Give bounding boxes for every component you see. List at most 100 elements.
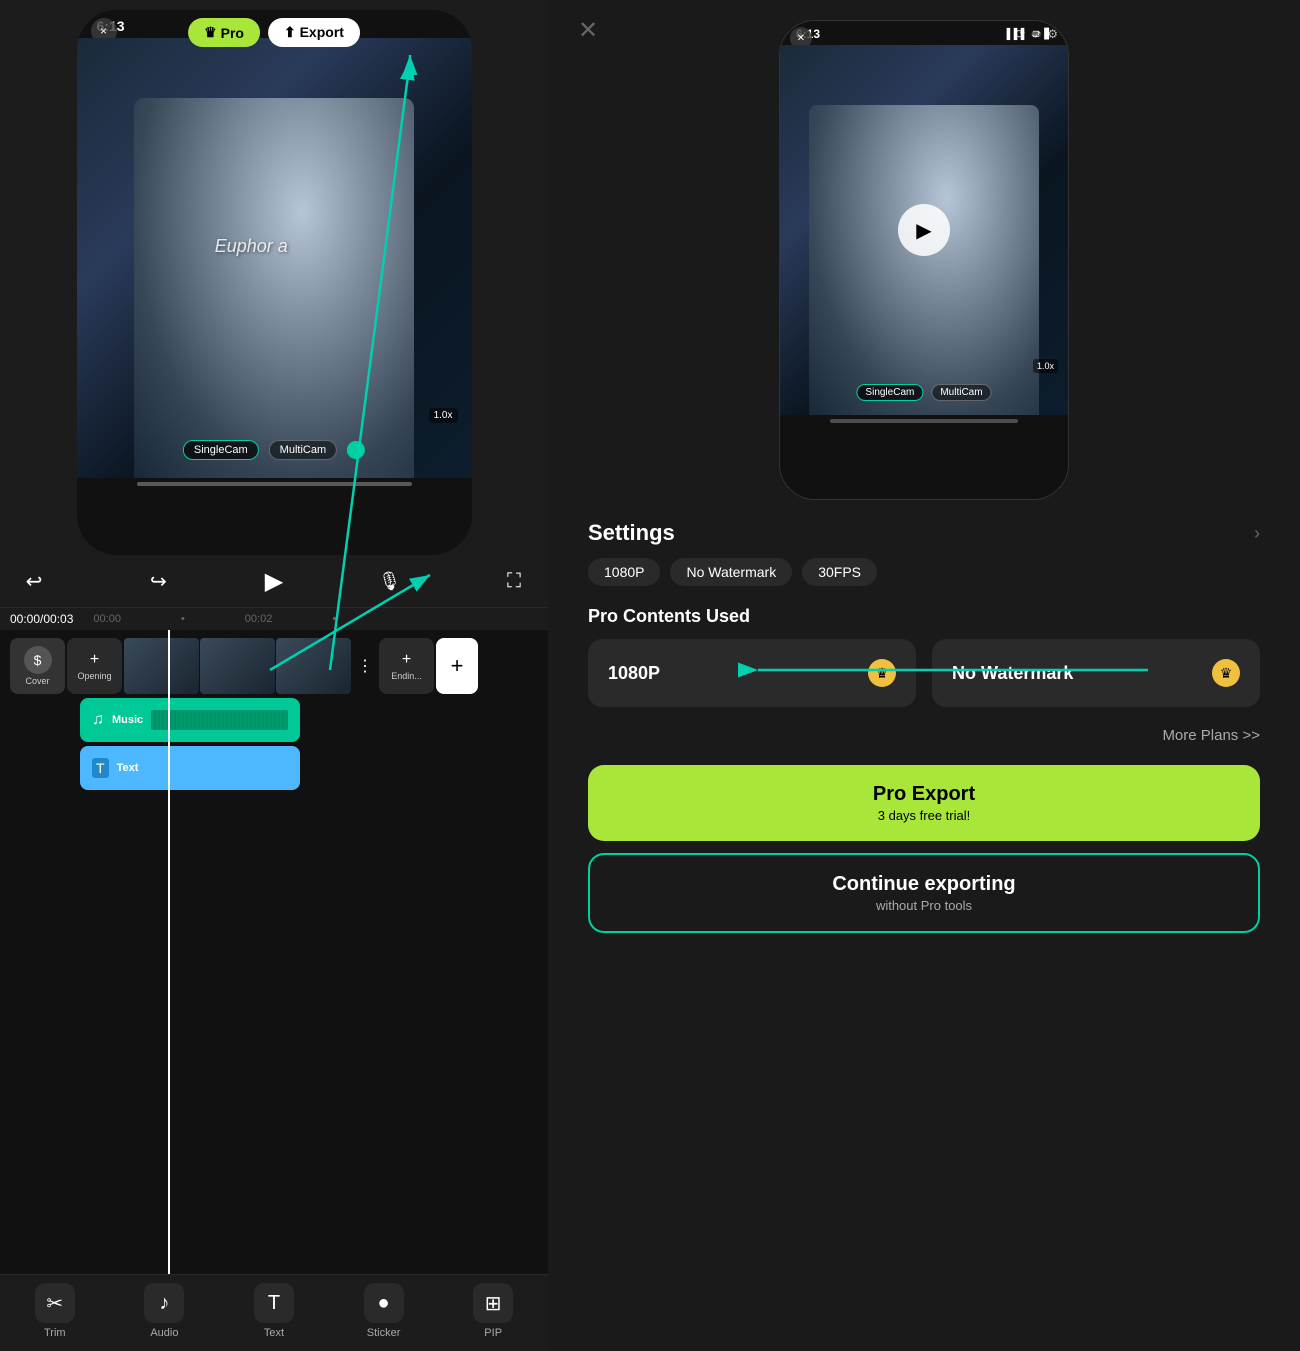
track-opening[interactable]: + Opening [67,638,122,694]
video-person-right [809,105,1039,415]
trim-icon: ✂ [35,1283,75,1323]
track-ending[interactable]: + Endin... [379,638,434,694]
cam-controls-left: SingleCam MultiCam [183,440,365,460]
pro-card-watermark: No Watermark ♛ [932,639,1260,707]
video-frame-left: Euphor a 1.0x SingleCam MultiCam [77,38,472,478]
crown-icon-card1: ♛ [868,659,896,687]
video-clip-3[interactable] [276,638,351,694]
speed-badge-right: 1.0x [1033,359,1058,373]
video-person-left [134,98,414,478]
pro-export-button[interactable]: Pro Export 3 days free trial! [588,765,1260,841]
fullscreen-icon: ⛶ [507,570,521,593]
controls-bar: ↩ ↪ ▶ 🎙 ⛶ [0,555,548,607]
redo-button[interactable]: ↪ [140,563,176,599]
pro-button[interactable]: ♛ Pro [188,18,260,47]
pro-contents-cards: 1080P ♛ No Watermark ♛ [588,639,1260,707]
settings-header: Settings › [588,520,1260,546]
fps-badge[interactable]: 30FPS [802,558,877,586]
video-frame-right: ▶ 1.0x SingleCam MultiCam [780,45,1068,415]
music-note-icon: ♫ [92,711,104,729]
video-progress-bar-left [137,482,412,486]
text-icon: T [254,1283,294,1323]
timeline-tracks: $ Cover + Opening ⋮ [0,630,548,798]
continue-export-subtitle: without Pro tools [876,898,972,913]
right-panel: ✕ 6:13 ▌▌▌ ⊋ ▋ ✕ ⟳ ⇌ ⚙ ▶ 1.0x SingleCam … [548,0,1300,1351]
play-button[interactable]: ▶ [265,567,283,596]
fullscreen-button[interactable]: ⛶ [496,563,532,599]
audio-icon: ♪ [144,1283,184,1323]
video-text-overlay: Euphor a [215,236,288,257]
action-buttons: Pro Export 3 days free trial! Continue e… [548,755,1300,953]
rotate-icon: ⟳ [1015,27,1025,41]
microphone-icon: 🎙 [378,571,401,592]
crown-icon: ♛ [204,24,217,41]
text-track-icon: T [92,758,109,778]
pro-contents-title: Pro Contents Used [588,606,1260,627]
settings-section: Settings › 1080P No Watermark 30FPS [548,500,1300,596]
single-cam-btn[interactable]: SingleCam [183,440,259,460]
phone-preview-left: 6:13 × ♛ Pro ⬆ Export Euphor a 1.0x Sing… [77,10,472,555]
adjust-icon: ⚙ [1047,27,1058,41]
pro-export-subtitle: 3 days free trial! [878,808,971,823]
cover-icon: $ [24,646,52,674]
timeline-area: $ Cover + Opening ⋮ [0,630,548,1274]
track-video-row: $ Cover + Opening ⋮ [80,638,538,694]
pro-export-title: Pro Export [873,783,975,806]
continue-export-button[interactable]: Continue exporting without Pro tools [588,853,1260,933]
more-plans-section: More Plans >> [548,717,1300,755]
pip-icon: ⊞ [473,1283,513,1323]
pip-tool[interactable]: ⊞ PIP [438,1283,548,1339]
more-plans-link[interactable]: More Plans >> [1162,727,1260,744]
video-progress-bar-right [830,419,1018,423]
multi-cam-btn-right[interactable]: MultiCam [931,384,991,401]
play-overlay-right[interactable]: ▶ [898,204,950,256]
timeline-header: 00:00/00:03 00:00 • 00:02 • [0,607,548,630]
track-cover[interactable]: $ Cover [10,638,65,694]
current-time-display: 00:00/00:03 [10,612,73,626]
sticker-tool[interactable]: ● Sticker [329,1283,439,1339]
resolution-badge[interactable]: 1080P [588,558,660,586]
pro-contents-section: Pro Contents Used 1080P ♛ No Watermark ♛ [548,596,1300,717]
multi-cam-btn[interactable]: MultiCam [269,440,337,460]
phone-top-icons-right: ⟳ ⇌ ⚙ [1015,27,1058,41]
watermark-badge[interactable]: No Watermark [670,558,792,586]
sticker-icon: ● [364,1283,404,1323]
single-cam-btn-right[interactable]: SingleCam [856,384,923,401]
track-music[interactable]: ♫ Music [80,698,300,742]
track-text[interactable]: T Text [80,746,300,790]
music-waveform [151,710,288,730]
voice-button[interactable]: 🎙 [372,563,408,599]
undo-icon: ↩ [26,569,43,594]
music-track-row: ♫ Music [80,698,538,742]
settings-title: Settings [588,520,675,546]
timeline-cursor [168,630,170,1274]
bottom-toolbar: ✂ Trim ♪ Audio T Text ● Sticker ⊞ PIP [0,1274,548,1351]
audio-tool[interactable]: ♪ Audio [110,1283,220,1339]
pro-card-2-label: No Watermark [952,663,1073,684]
cam-controls-right: SingleCam MultiCam [856,384,991,401]
settings-chevron-icon[interactable]: › [1254,523,1260,544]
video-clip-1[interactable] [124,638,199,694]
text-tool[interactable]: T Text [219,1283,329,1339]
add-clip-button[interactable]: + [436,638,478,694]
video-clip-2[interactable] [200,638,275,694]
pro-card-resolution: 1080P ♛ [588,639,916,707]
video-clips-container [124,638,351,694]
text-track-row: T Text [80,746,538,790]
clip-options-icon[interactable]: ⋮ [353,656,377,676]
export-button-phone[interactable]: ⬆ Export [268,18,360,47]
mirror-icon: ⇌ [1031,27,1041,41]
redo-icon: ↪ [150,569,167,594]
ending-icon: + [402,651,411,669]
close-button-right[interactable]: ✕ [578,16,598,45]
play-icon: ▶ [265,568,283,595]
continue-export-title: Continue exporting [832,873,1015,896]
left-panel: 6:13 × ♛ Pro ⬆ Export Euphor a 1.0x Sing… [0,0,548,1351]
speed-badge-left: 1.0x [429,408,458,423]
undo-button[interactable]: ↩ [16,563,52,599]
export-icon: ⬆ [284,24,296,40]
phone-preview-right: 6:13 ▌▌▌ ⊋ ▋ ✕ ⟳ ⇌ ⚙ ▶ 1.0x SingleCam Mu… [779,20,1069,500]
crown-icon-card2: ♛ [1212,659,1240,687]
trim-tool[interactable]: ✂ Trim [0,1283,110,1339]
opening-icon: + [90,651,99,669]
